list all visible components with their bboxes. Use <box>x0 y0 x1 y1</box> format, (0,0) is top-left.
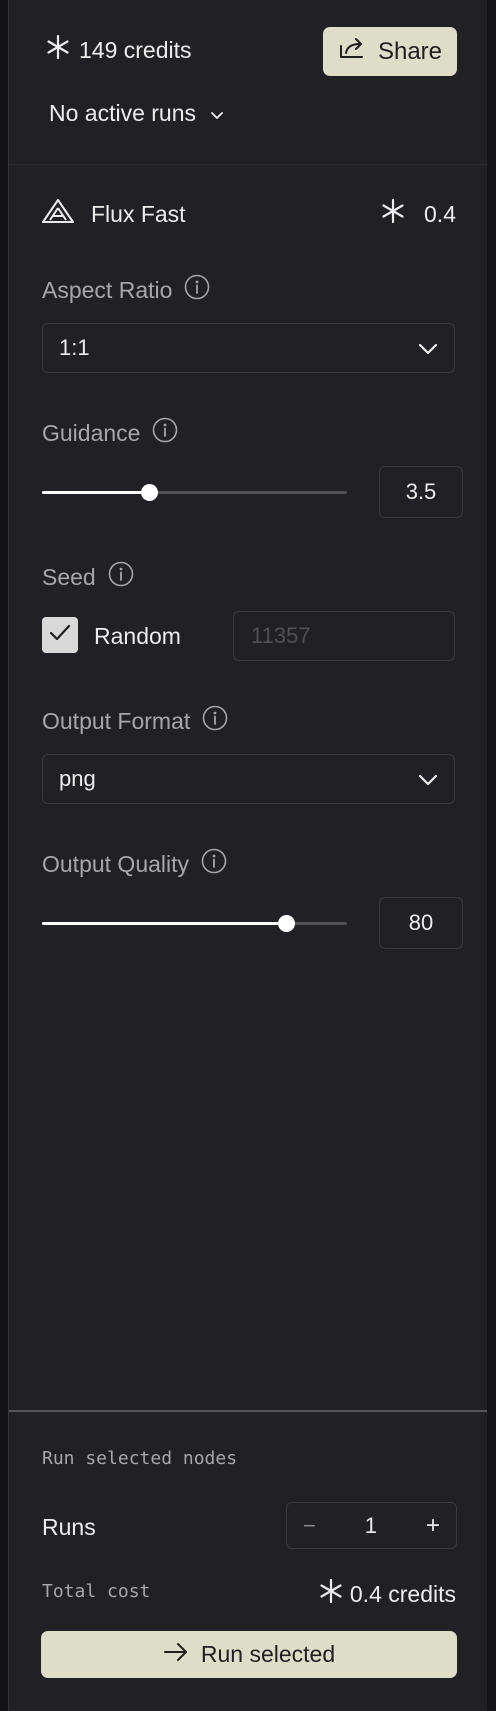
info-icon[interactable] <box>108 561 134 593</box>
model-cost-value: 0.4 <box>424 200 456 227</box>
info-icon[interactable] <box>152 417 178 449</box>
random-seed-label[interactable]: Random <box>94 623 181 650</box>
arrow-right-icon <box>163 1641 189 1668</box>
guidance-slider[interactable] <box>42 484 347 501</box>
total-cost: 0.4 credits <box>318 1578 456 1610</box>
aspect-ratio-label-text: Aspect Ratio <box>42 276 173 303</box>
output-quality-slider[interactable] <box>42 915 347 932</box>
output-quality-input[interactable]: 80 <box>379 897 463 949</box>
info-icon[interactable] <box>202 705 228 737</box>
check-icon <box>48 623 72 648</box>
share-icon <box>338 36 366 67</box>
decrement-button[interactable]: − <box>303 1513 316 1539</box>
runs-label: Runs <box>42 1514 96 1540</box>
asterisk-icon <box>318 1578 344 1610</box>
guidance-slider-fill <box>42 491 149 494</box>
random-seed-checkbox[interactable] <box>42 617 78 653</box>
chevron-down-icon <box>210 100 224 127</box>
sidebar-edge <box>0 0 8 1711</box>
guidance-label: Guidance <box>42 417 178 449</box>
increment-button[interactable]: + <box>426 1512 440 1540</box>
output-format-value: png <box>59 766 96 791</box>
run-selected-button[interactable]: Run selected <box>41 1631 457 1678</box>
seed-label: Seed <box>42 561 134 593</box>
info-icon[interactable] <box>184 274 210 306</box>
model-name: Flux Fast <box>91 200 186 227</box>
asterisk-icon <box>380 198 406 230</box>
settings-panel: 149 credits Share No active runs Flux Fa… <box>8 0 488 1711</box>
guidance-value: 3.5 <box>405 479 437 504</box>
info-icon[interactable] <box>201 848 227 880</box>
credits-text: 149 credits <box>79 36 192 63</box>
output-format-label: Output Format <box>42 705 228 737</box>
chevron-down-icon <box>418 766 438 792</box>
aspect-ratio-label: Aspect Ratio <box>42 274 210 306</box>
run-selected-label: Run selected <box>200 1641 336 1667</box>
active-runs-dropdown[interactable]: No active runs <box>49 100 224 127</box>
guidance-label-text: Guidance <box>42 419 141 446</box>
runs-count[interactable]: 1 <box>365 1513 377 1539</box>
output-quality-slider-thumb[interactable] <box>278 915 295 932</box>
credits-display: 149 credits <box>45 34 192 66</box>
guidance-slider-thumb[interactable] <box>140 484 158 501</box>
footer-divider <box>9 1410 488 1412</box>
output-format-select[interactable]: png <box>42 754 455 804</box>
runs-status: No active runs <box>49 100 197 126</box>
share-button[interactable]: Share <box>323 27 457 76</box>
flux-logo-icon <box>41 198 75 230</box>
footer-title: Run selected nodes <box>42 1448 238 1469</box>
chevron-down-icon <box>418 335 438 361</box>
output-quality-label: Output Quality <box>42 848 227 880</box>
seed-input: 11357 <box>233 611 455 661</box>
model-cost: 0.4 <box>380 198 456 230</box>
total-cost-label: Total cost <box>42 1581 151 1602</box>
total-cost-value: 0.4 credits <box>349 1580 456 1607</box>
output-quality-value: 80 <box>408 910 434 935</box>
output-format-label-text: Output Format <box>42 707 191 734</box>
header-divider <box>9 164 488 165</box>
seed-placeholder: 11357 <box>251 623 311 648</box>
guidance-input[interactable]: 3.5 <box>379 466 463 518</box>
aspect-ratio-select[interactable]: 1:1 <box>42 323 455 373</box>
window-edge <box>487 0 496 1711</box>
aspect-ratio-value: 1:1 <box>59 335 90 360</box>
output-quality-slider-fill <box>42 922 286 925</box>
share-label: Share <box>377 37 443 65</box>
seed-label-text: Seed <box>42 563 96 590</box>
output-quality-label-text: Output Quality <box>42 850 190 877</box>
asterisk-icon <box>45 34 71 66</box>
model-title: Flux Fast <box>41 198 186 230</box>
runs-stepper: − 1 + <box>286 1502 457 1549</box>
